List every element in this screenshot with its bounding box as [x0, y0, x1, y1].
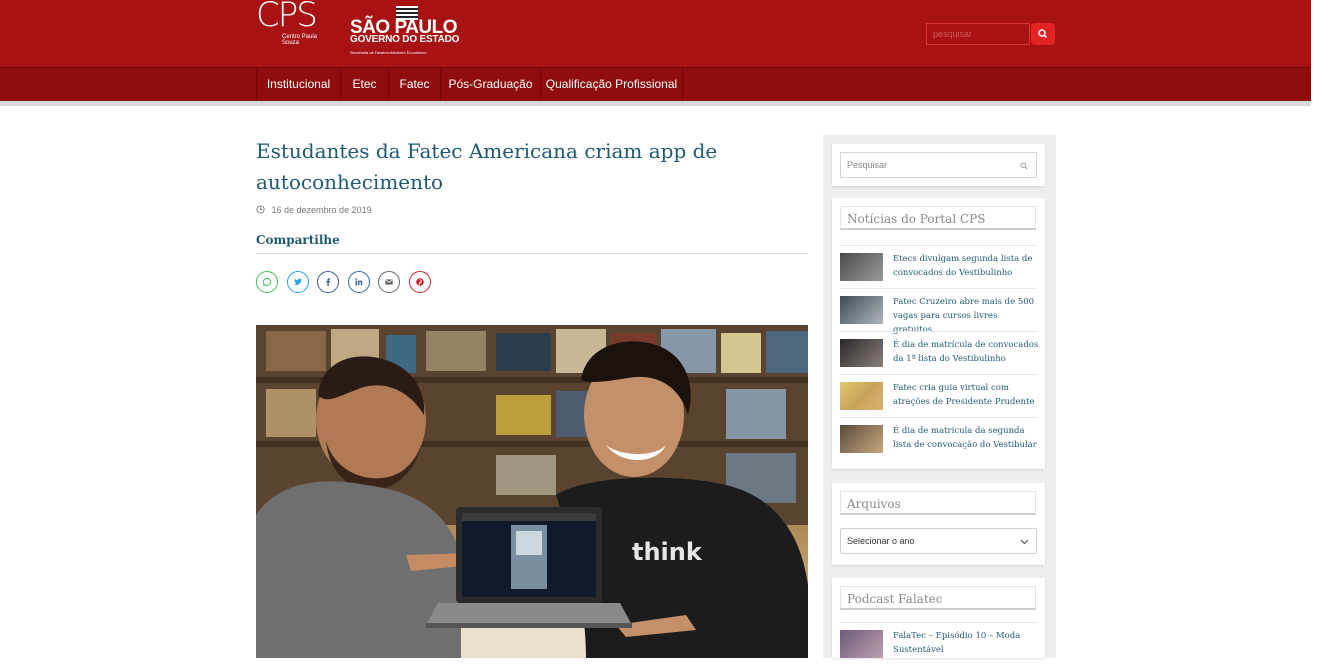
clock-icon — [256, 205, 265, 214]
sidebar: Pesquisar Notícias do Portal CPS Etecs d… — [823, 135, 1056, 658]
news-item[interactable]: Fatec cria guia virtual com atrações de … — [840, 374, 1037, 418]
share-twitter-button[interactable] — [287, 271, 309, 293]
cps-logo-mark: CPS — [256, 0, 318, 35]
nav-item-institucional[interactable]: Institucional — [256, 68, 340, 101]
sao-paulo-government-logo[interactable]: SÃO PAULO GOVERNO DO ESTADO Secretaria d… — [350, 6, 470, 58]
article-date: 16 de dezembro de 2019 — [256, 205, 372, 215]
share-facebook-button[interactable] — [317, 271, 339, 293]
news-thumbnail — [840, 425, 883, 453]
article-date-text: 16 de dezembro de 2019 — [271, 205, 372, 215]
nav-item-fatec[interactable]: Fatec — [388, 68, 440, 101]
cps-logo-subtitle: Centro Paula Souza — [282, 34, 318, 46]
news-item-link[interactable]: É dia de matrícula da segunda lista de c… — [893, 424, 1039, 452]
news-item-link[interactable]: Etecs divulgam segunda lista de convocad… — [893, 252, 1039, 280]
podcast-item-link[interactable]: FalaTec – Episódio 10 – Moda Sustentável — [893, 629, 1039, 657]
nav-item-qualificacao[interactable]: Qualificação Profissional — [540, 68, 683, 101]
news-thumbnail — [840, 296, 883, 324]
header-search-input[interactable]: pesquisar — [926, 23, 1030, 45]
chevron-down-icon — [1020, 539, 1029, 545]
sidebar-search-box: Pesquisar — [832, 144, 1045, 186]
news-item[interactable]: Etecs divulgam segunda lista de convocad… — [840, 245, 1037, 289]
sidebar-search-placeholder: Pesquisar — [847, 160, 888, 170]
news-thumbnail — [840, 253, 883, 281]
news-item[interactable]: Fatec Cruzeiro abre mais de 500 vagas pa… — [840, 288, 1037, 335]
archives-widget: Arquivos Selecionar o ano — [832, 483, 1045, 565]
share-linkedin-button[interactable] — [348, 271, 370, 293]
facebook-icon — [326, 278, 331, 286]
share-pinterest-button[interactable] — [409, 271, 431, 293]
news-thumbnail — [840, 382, 883, 410]
news-thumbnail — [840, 339, 883, 367]
archives-select-value: Selecionar o ano — [847, 536, 915, 546]
search-icon[interactable] — [1020, 162, 1028, 170]
nav-bottom-border — [0, 101, 1311, 106]
news-item-link[interactable]: Fatec cria guia virtual com atrações de … — [893, 381, 1039, 409]
nav-item-etec[interactable]: Etec — [340, 68, 388, 101]
podcast-widget-title: Podcast Falatec — [840, 586, 1036, 610]
email-icon — [385, 279, 393, 285]
news-item[interactable]: É dia de matrícula de convocados da 1ª l… — [840, 331, 1039, 375]
podcast-thumbnail — [840, 630, 883, 658]
article-photo: think — [256, 325, 808, 658]
cps-logo[interactable]: CPS Centro Paula Souza — [256, 0, 320, 48]
twitter-icon — [294, 278, 302, 286]
nav-item-pos-graduacao[interactable]: Pós-Graduação — [440, 68, 540, 101]
share-heading: Compartilhe — [256, 233, 340, 247]
whatsapp-icon — [262, 277, 272, 287]
sidebar-search-input[interactable]: Pesquisar — [840, 152, 1037, 178]
news-item[interactable]: É dia de matrícula da segunda lista de c… — [840, 417, 1037, 461]
sp-logo-line3: Secretaria de Desenvolvimento Econômico — [350, 50, 427, 55]
article-title: Estudantes da Fatec Americana criam app … — [256, 139, 718, 194]
linkedin-icon — [355, 278, 363, 286]
main-navigation: Institucional Etec Fatec Pós-Graduação Q… — [0, 67, 1311, 106]
shirt-text: think — [632, 538, 703, 566]
students-photo-illustration: think — [256, 325, 808, 658]
sp-logo-line2: GOVERNO DO ESTADO — [350, 34, 460, 45]
podcast-item[interactable]: FalaTec – Episódio 10 – Moda Sustentável — [840, 622, 1037, 666]
search-icon — [1038, 29, 1048, 39]
share-email-button[interactable] — [378, 271, 400, 293]
share-whatsapp-button[interactable] — [256, 271, 278, 293]
share-divider — [256, 253, 808, 254]
archives-year-select[interactable]: Selecionar o ano — [840, 528, 1037, 554]
news-widget-title: Notícias do Portal CPS — [840, 206, 1036, 230]
header-search-button[interactable] — [1031, 23, 1055, 45]
top-header: CPS Centro Paula Souza SÃO PAULO GOVERNO… — [0, 0, 1311, 67]
news-widget: Notícias do Portal CPS Etecs divulgam se… — [832, 198, 1045, 469]
news-item-link[interactable]: É dia de matrícula de convocados da 1ª l… — [893, 338, 1039, 366]
pinterest-icon — [416, 278, 424, 286]
archives-widget-title: Arquivos — [840, 491, 1036, 515]
podcast-widget: Podcast Falatec FalaTec – Episódio 10 – … — [832, 578, 1045, 658]
